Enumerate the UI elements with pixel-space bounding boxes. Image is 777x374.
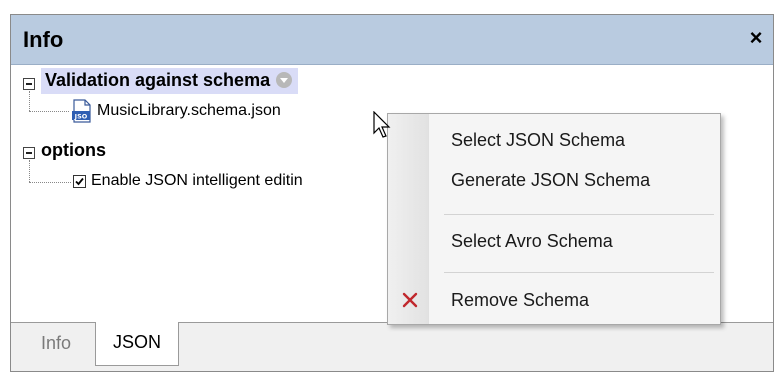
tab-json[interactable]: JSON bbox=[95, 322, 179, 366]
title-bar: Info × bbox=[11, 15, 773, 65]
menu-separator bbox=[444, 272, 714, 273]
tab-bar: Info JSON bbox=[11, 322, 773, 371]
add-schema-dropdown-icon[interactable] bbox=[276, 72, 293, 88]
menu-item-remove-schema[interactable]: Remove Schema bbox=[388, 282, 720, 318]
validation-label: Validation against schema bbox=[45, 70, 271, 90]
options-node[interactable]: options bbox=[41, 140, 106, 161]
tree-connector bbox=[29, 182, 71, 183]
close-button[interactable]: × bbox=[745, 25, 767, 51]
enable-json-editing-label: Enable JSON intelligent editin bbox=[91, 172, 303, 189]
tree-connector bbox=[29, 160, 30, 182]
menu-item-select-json-schema[interactable]: Select JSON Schema bbox=[388, 122, 720, 158]
tab-info[interactable]: Info bbox=[21, 323, 91, 363]
menu-item-select-avro-schema[interactable]: Select Avro Schema bbox=[388, 223, 720, 259]
schema-file-item[interactable]: MusicLibrary.schema.json bbox=[97, 102, 281, 120]
collapse-options-toggle[interactable] bbox=[23, 147, 35, 159]
json-file-icon: JSO bbox=[71, 99, 93, 123]
menu-item-label: Select Avro Schema bbox=[451, 231, 613, 251]
info-window: Info × Validation against schema JSO Mus… bbox=[10, 14, 774, 372]
tree-connector bbox=[29, 111, 69, 112]
tree-connector bbox=[29, 91, 30, 111]
menu-item-label: Select JSON Schema bbox=[451, 130, 626, 150]
context-menu: Select JSON Schema Generate JSON Schema … bbox=[387, 113, 721, 325]
menu-item-label: Remove Schema bbox=[451, 290, 590, 310]
validation-node[interactable]: Validation against schema bbox=[41, 68, 299, 94]
menu-item-label: Generate JSON Schema bbox=[451, 170, 651, 190]
menu-item-generate-json-schema[interactable]: Generate JSON Schema bbox=[388, 162, 720, 198]
enable-json-editing-checkbox[interactable] bbox=[73, 175, 86, 188]
svg-text:JSO: JSO bbox=[74, 113, 88, 121]
menu-separator bbox=[444, 214, 714, 215]
window-title: Info bbox=[23, 27, 64, 52]
collapse-validation-toggle[interactable] bbox=[23, 78, 35, 90]
mouse-cursor-icon bbox=[373, 110, 395, 141]
red-x-icon bbox=[402, 292, 418, 308]
